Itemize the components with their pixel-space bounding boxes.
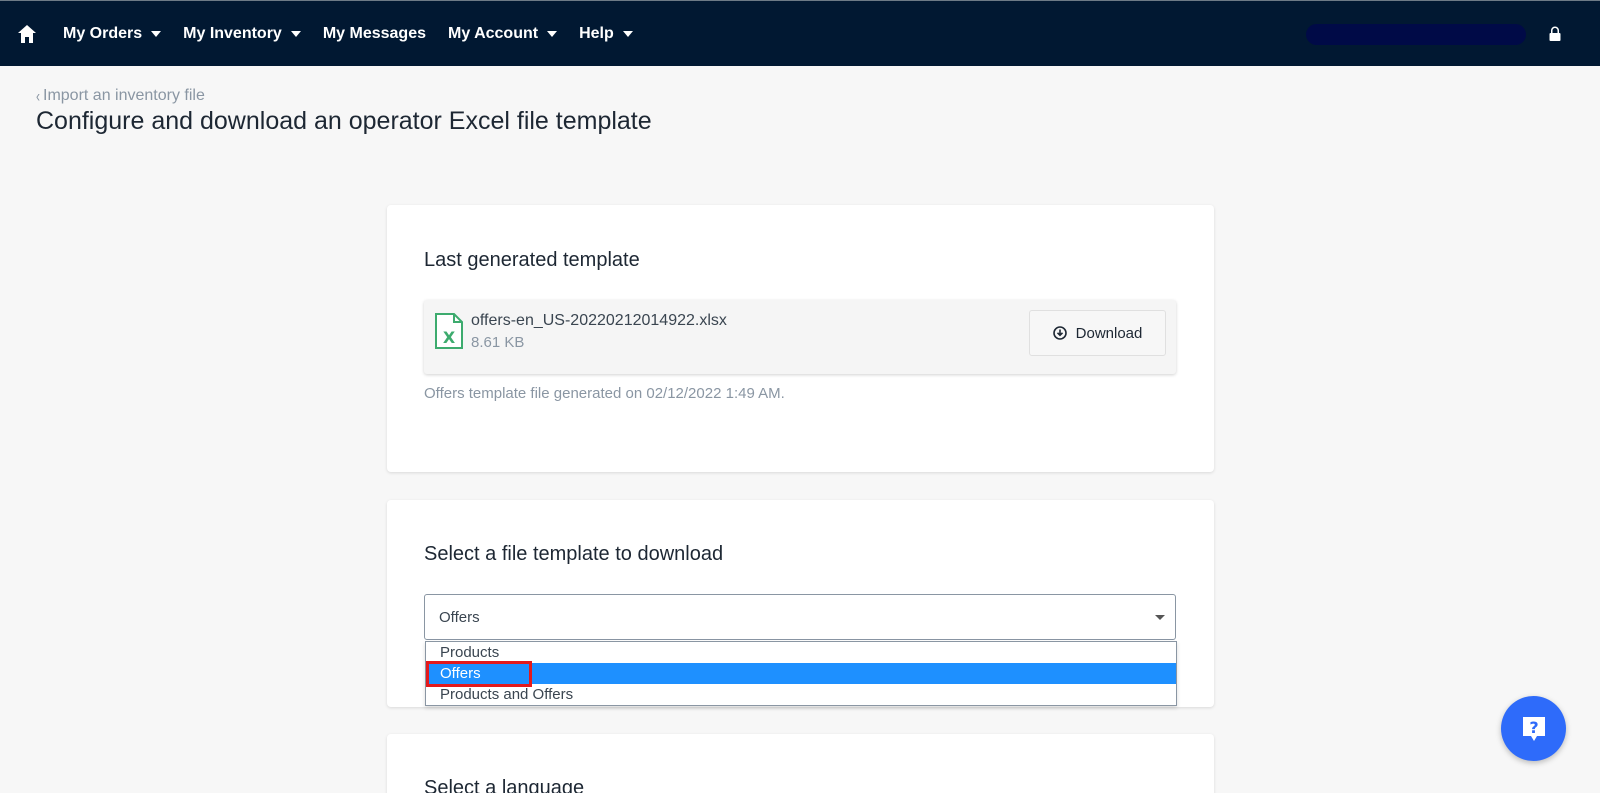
file-size: 8.61 KB — [471, 334, 525, 351]
nav-my-messages[interactable]: My Messages — [323, 25, 426, 43]
last-template-title: Last generated template — [424, 249, 640, 271]
lock-icon[interactable] — [1548, 26, 1562, 41]
nav-label: My Orders — [63, 25, 143, 42]
select-value: Offers — [439, 608, 480, 626]
option-products[interactable]: Products — [426, 642, 1176, 663]
template-select-title: Select a file template to download — [424, 543, 724, 565]
nav-my-account[interactable]: My Account — [448, 25, 558, 43]
help-chat-button[interactable]: ? — [1501, 696, 1566, 761]
nav-my-orders[interactable]: My Orders — [63, 25, 162, 43]
template-options-list: Products Offers Products and Offers — [425, 641, 1177, 706]
download-button[interactable]: Download — [1029, 310, 1166, 356]
help-question-icon: ? — [1522, 716, 1545, 741]
page-title: Configure and download an operator Excel… — [36, 107, 652, 135]
user-name-redacted[interactable] — [1306, 24, 1526, 45]
download-icon — [1052, 326, 1067, 340]
caret-down-icon — [622, 31, 633, 37]
home-icon[interactable] — [17, 24, 37, 44]
back-link[interactable]: ‹ Import an inventory file — [36, 86, 205, 106]
chevron-left-icon: ‹ — [36, 86, 40, 106]
annotation-highlight-box — [426, 661, 532, 687]
nav-my-inventory[interactable]: My Inventory — [183, 25, 301, 43]
caret-down-icon — [290, 31, 301, 37]
download-label: Download — [1075, 324, 1143, 342]
nav-label: My Inventory — [183, 25, 282, 42]
caret-down-icon — [547, 31, 558, 37]
svg-text:?: ? — [1529, 718, 1538, 737]
nav-help[interactable]: Help — [579, 25, 633, 43]
page-bottom-edge — [0, 793, 1600, 803]
caret-down-icon — [151, 31, 162, 37]
caret-down-icon — [1155, 615, 1165, 620]
template-type-select[interactable]: Offers — [424, 594, 1176, 640]
last-template-card: Last generated template X offers-en_US-2… — [387, 205, 1214, 472]
option-products-and-offers[interactable]: Products and Offers — [426, 684, 1176, 705]
generated-note: Offers template file generated on 02/12/… — [424, 385, 785, 402]
option-offers[interactable]: Offers — [426, 663, 1176, 684]
nav-label: Help — [579, 25, 614, 42]
excel-file-icon: X — [435, 313, 463, 349]
file-item: X offers-en_US-20220212014922.xlsx 8.61 … — [424, 300, 1176, 374]
main-nav: My Orders My Inventory My Messages My Ac… — [63, 1, 655, 67]
nav-label: My Account — [448, 25, 539, 42]
back-link-label: Import an inventory file — [43, 87, 205, 104]
nav-label: My Messages — [322, 25, 426, 42]
file-name: offers-en_US-20220212014922.xlsx — [471, 312, 727, 329]
svg-text:X: X — [443, 328, 456, 347]
top-navbar: My Orders My Inventory My Messages My Ac… — [0, 0, 1600, 66]
